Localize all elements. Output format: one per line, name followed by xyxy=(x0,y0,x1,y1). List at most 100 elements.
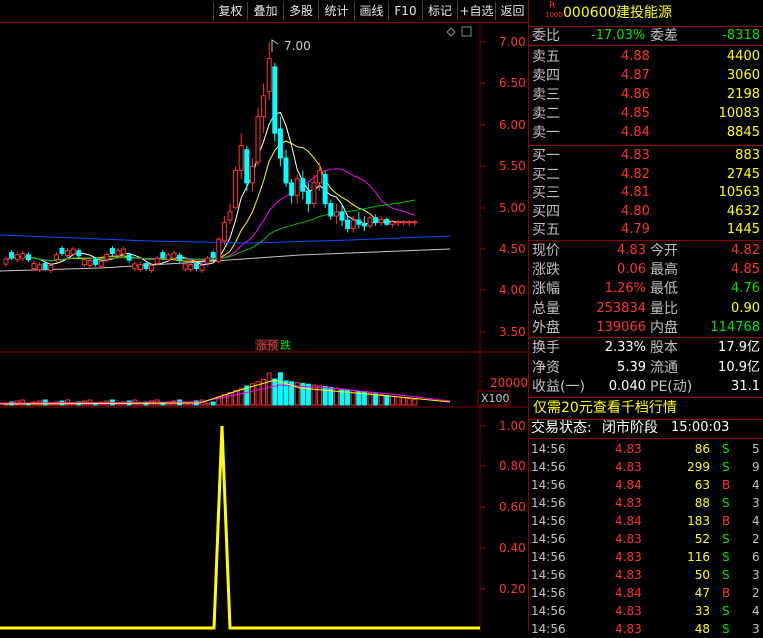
bids-label: 买一 xyxy=(532,148,560,164)
asks-label: 卖三 xyxy=(532,87,560,103)
toolbar-button-overlay[interactable]: 叠加 xyxy=(247,2,283,20)
promo-link[interactable]: 仅需20元查看千档行情 xyxy=(533,399,677,417)
tick-row: 14:56 4.83 88 S 3 xyxy=(529,494,763,512)
candle-body xyxy=(328,203,334,217)
tick-row: 14:56 4.84 183 B 4 xyxy=(529,512,763,530)
candle-body xyxy=(305,190,311,205)
price-axis-ticks xyxy=(480,41,486,333)
ratio-label: 委比 xyxy=(532,28,560,44)
asks-row: 卖三 4.86 2198 xyxy=(529,86,763,104)
volume-bar xyxy=(221,394,227,406)
candle-body xyxy=(356,219,362,225)
quote-row: 涨幅 1.26% 最低 4.76 xyxy=(529,280,763,298)
candle-body xyxy=(289,182,295,196)
tick-volume: 47 xyxy=(694,586,710,600)
divider xyxy=(529,240,763,241)
tick-side: S xyxy=(722,622,730,636)
asks-row: 卖一 4.84 8845 xyxy=(529,124,763,142)
asks-price: 4.85 xyxy=(621,106,650,121)
candle-body xyxy=(3,258,9,265)
tick-price: 4.84 xyxy=(615,478,642,492)
tick-volume: 116 xyxy=(687,550,710,564)
indicator-label: 0.60 xyxy=(499,500,526,514)
candle-body xyxy=(137,264,143,271)
divider xyxy=(529,145,763,146)
asks-label: 卖四 xyxy=(532,68,560,84)
toolbar-button-adjust[interactable]: 复权 xyxy=(213,2,247,20)
candle-body xyxy=(149,264,155,271)
tick-price: 4.83 xyxy=(615,550,642,564)
divider xyxy=(529,438,763,439)
candlesticks xyxy=(3,42,418,273)
ratio-value: -17.03% xyxy=(591,28,646,43)
candle-body xyxy=(266,58,272,93)
tick-time: 14:56 xyxy=(531,622,566,636)
volume-bar xyxy=(322,386,328,406)
promo-row[interactable]: 仅需20元查看千档行情 xyxy=(529,399,763,419)
candle-body xyxy=(31,263,37,270)
finance-label2: 流通 xyxy=(650,359,678,376)
quote-label: 外盘 xyxy=(532,319,560,336)
bids-label: 买四 xyxy=(532,203,560,220)
candle-body xyxy=(70,248,76,255)
quote-label2: 今开 xyxy=(650,243,678,259)
tick-time: 14:56 xyxy=(531,568,566,582)
tick-time: 14:56 xyxy=(531,532,566,546)
candle-body xyxy=(53,254,59,261)
high-marker-arrow-icon xyxy=(271,39,279,52)
bids-row: 买二 4.82 2745 xyxy=(529,166,763,184)
toolbar-button-draw-line[interactable]: 画线 xyxy=(354,2,388,20)
candle-body xyxy=(339,211,345,221)
candle-body xyxy=(42,262,48,269)
bids-label: 买二 xyxy=(532,166,560,183)
window-toggle-icon[interactable] xyxy=(461,26,472,37)
candle-body xyxy=(104,253,110,260)
tick-price: 4.83 xyxy=(615,622,642,636)
tick-row: 14:56 4.83 48 S 3 xyxy=(529,620,763,638)
candle-body xyxy=(48,264,54,271)
bids-price: 4.82 xyxy=(621,166,650,182)
tick-time: 14:56 xyxy=(531,586,566,600)
asks-price: 4.84 xyxy=(621,125,650,140)
candle-body xyxy=(121,248,127,255)
asks-volume: 8845 xyxy=(726,125,760,140)
kline-chart-area[interactable]: 7.00 6.50 6.00 5.50 5.00 4.50 4.00 3.50 … xyxy=(0,23,528,631)
volume-bar xyxy=(395,396,401,406)
toolbar-button-add-watchlist[interactable]: +自选 xyxy=(457,2,495,20)
toolbar-button-multi-stock[interactable]: 多股 xyxy=(283,2,318,20)
asks-label: 卖二 xyxy=(532,106,560,122)
toolbar-button-statistics[interactable]: 统计 xyxy=(318,2,354,20)
stock-name: 建投能源 xyxy=(616,5,672,21)
ma-line-20 xyxy=(5,168,415,262)
candle-body xyxy=(132,263,138,270)
asks-price: 4.86 xyxy=(621,87,650,102)
volume-bar xyxy=(266,372,272,406)
volume-bar xyxy=(389,395,395,406)
candle-body xyxy=(221,222,227,242)
volume-bar xyxy=(305,383,311,406)
quote-value: 139066 xyxy=(596,319,646,335)
kline-chart-svg[interactable]: 7.00 6.50 6.00 5.50 5.00 4.50 4.00 3.50 … xyxy=(0,23,528,631)
bids-label: 买五 xyxy=(532,222,560,239)
candle-body xyxy=(277,128,283,159)
tick-time: 14:56 xyxy=(531,514,566,528)
finance-label2: PE(动) xyxy=(650,379,693,395)
toolbar-button-back[interactable]: 返回 xyxy=(495,2,529,20)
asks-row: 卖五 4.88 4400 xyxy=(529,48,763,66)
trade-status-row: 交易状态: 闭市阶段 15:00:03 xyxy=(529,419,763,437)
volume-bar xyxy=(283,380,289,406)
tick-volume: 52 xyxy=(694,532,710,546)
candle-body xyxy=(37,264,43,271)
quote-row: 现价 4.83 今开 4.82 xyxy=(529,242,763,260)
asks-volume: 2198 xyxy=(726,87,760,102)
asks-volume: 3060 xyxy=(726,68,760,83)
toolbar-button-mark[interactable]: 标记 xyxy=(422,2,457,20)
candle-body xyxy=(367,217,373,227)
bids-volume: 883 xyxy=(735,148,760,163)
tick-time: 14:56 xyxy=(531,496,566,510)
toolbar-button-f10[interactable]: F10 xyxy=(388,2,422,20)
diamond-icon[interactable] xyxy=(446,27,456,37)
stock-code: 000600 xyxy=(563,5,617,21)
candle-body xyxy=(227,211,233,221)
high-price-marker: 7.00 xyxy=(284,39,311,53)
